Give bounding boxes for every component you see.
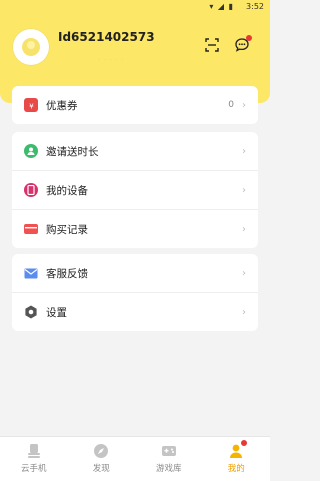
tab-discover[interactable]: 发现 <box>68 437 136 481</box>
gamepad-icon <box>159 441 179 461</box>
coupon-icon: ¥ <box>24 98 38 112</box>
support-card: 客服反馈 › 设置 › <box>12 254 258 331</box>
profile-subtext: · · · · · <box>98 57 125 64</box>
gear-icon <box>24 305 38 319</box>
compass-icon <box>91 441 111 461</box>
menu-item-label: 购买记录 <box>46 223 88 236</box>
status-bar: ▾ ◢ ▮ 3:52 <box>0 0 270 14</box>
phone-stack-icon <box>24 441 44 461</box>
bottom-tab-bar: 云手机 发现 游戏库 我的 <box>0 436 270 481</box>
message-icon[interactable] <box>234 35 252 53</box>
chevron-right-icon: › <box>242 223 246 235</box>
tab-label: 云手机 <box>20 464 47 474</box>
menu-item-label: 客服反馈 <box>46 267 88 280</box>
menu-item-label: 我的设备 <box>46 184 88 197</box>
mail-icon <box>24 266 38 280</box>
card-icon <box>24 224 38 234</box>
menu-item-settings[interactable]: 设置 › <box>12 292 258 331</box>
menu-item-label: 设置 <box>46 306 67 319</box>
menu-item-feedback[interactable]: 客服反馈 › <box>12 254 258 292</box>
user-id: Id6521402573 <box>58 30 155 44</box>
menu-item-invite[interactable]: 邀请送时长 › <box>12 132 258 170</box>
menu-item-label: 邀请送时长 <box>46 145 99 158</box>
tab-mine[interactable]: 我的 <box>203 437 271 481</box>
tab-label: 我的 <box>227 464 245 474</box>
chevron-right-icon: › <box>242 267 246 279</box>
avatar[interactable] <box>12 28 50 66</box>
chevron-right-icon: › <box>242 145 246 157</box>
menu-item-devices[interactable]: 我的设备 › <box>12 170 258 209</box>
tab-label: 发现 <box>92 464 110 474</box>
tab-badge <box>241 440 248 446</box>
menu-item-purchases[interactable]: 购买记录 › <box>12 209 258 248</box>
menu-item-label: 优惠券 <box>46 99 78 112</box>
device-icon <box>24 183 38 197</box>
tab-cloud-phone[interactable]: 云手机 <box>0 437 68 481</box>
menu-item-coupon[interactable]: ¥ 优惠券 0 › <box>12 86 258 124</box>
status-time: 3:52 <box>246 2 264 11</box>
chevron-right-icon: › <box>242 306 246 318</box>
chevron-right-icon: › <box>242 184 246 196</box>
message-badge <box>246 35 252 41</box>
status-icons: ▾ ◢ ▮ <box>209 2 234 11</box>
tab-game-library[interactable]: 游戏库 <box>135 437 203 481</box>
avatar-placeholder-icon <box>22 38 40 56</box>
chevron-right-icon: › <box>242 99 246 111</box>
scan-icon[interactable] <box>204 37 220 53</box>
svg-text:¥: ¥ <box>29 102 34 110</box>
tab-label: 游戏库 <box>155 464 182 474</box>
services-card: 邀请送时长 › 我的设备 › 购买记录 › <box>12 132 258 248</box>
coupon-card: ¥ 优惠券 0 › <box>12 86 258 124</box>
invite-user-icon <box>24 144 38 158</box>
coupon-count: 0 <box>228 100 234 110</box>
